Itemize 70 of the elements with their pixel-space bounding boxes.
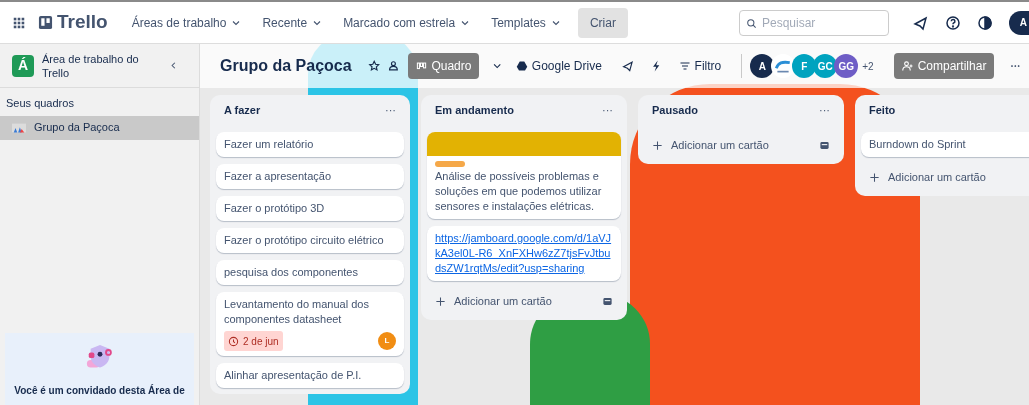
workspace-name: Área de trabalho do Trello	[42, 51, 140, 80]
template-icon	[819, 139, 830, 151]
search-field[interactable]: Pesquisar	[739, 9, 889, 36]
google-drive-button[interactable]: Google Drive	[511, 57, 606, 75]
member-avatar: L	[378, 332, 396, 350]
card[interactable]: Fazer um relatório	[216, 132, 404, 157]
user-avatar[interactable]: A	[1009, 10, 1029, 35]
card[interactable]: Burndown do Sprint	[861, 132, 1029, 157]
nav-menu[interactable]: Marcado com estrela	[335, 7, 480, 38]
apps-grid-icon	[12, 15, 26, 30]
section-heading: Seus quadros	[5, 96, 75, 111]
due-date-badge: 2 de jun	[224, 331, 283, 351]
card[interactable]: Análise de possíveis problemas e soluções em que podemos utilizar sensores e instalações elétricas.	[427, 132, 621, 219]
card-link[interactable]: https://jamboard.google.com/d/1aVJkA3el0L-R6_XnFXHw6zZ7tjsFvJtbudsZW1rqtMs/edit?usp=sharing	[435, 231, 613, 276]
card-title: Fazer o protótipo 3D	[224, 201, 326, 216]
member-avatar[interactable]: GG	[834, 54, 859, 78]
member-count: +2	[862, 59, 874, 74]
list-title: Pausado	[652, 102, 698, 118]
add-card-button[interactable]: Adicionar um cartão	[869, 168, 986, 186]
board-view-button[interactable]: Quadro	[408, 53, 480, 79]
nav-menu[interactable]: Áreas de trabalho	[123, 7, 251, 38]
people-icon	[388, 59, 401, 73]
card-title: Alinhar apresentação de P.I.	[224, 368, 363, 383]
template-icon	[602, 295, 613, 307]
card[interactable]: Fazer o protótipo circuito elétrico	[216, 228, 404, 253]
board-view-icon	[416, 60, 428, 72]
search-icon	[746, 17, 757, 29]
card-title: Levantamento do manual dos componentes datasheet	[224, 297, 370, 327]
card[interactable]: Levantamento do manual dos componentes datasheet 2 de jun L	[216, 292, 404, 356]
clock-icon	[228, 335, 239, 347]
list-menu-button[interactable]: ···	[385, 101, 396, 119]
app-logo: Trello	[57, 10, 108, 35]
share-button[interactable]: Compartilhar	[893, 53, 995, 79]
filter-icon	[678, 60, 691, 72]
card-title: Fazer a apresentação	[224, 169, 332, 184]
list-title: A fazer	[224, 102, 261, 118]
help-icon	[945, 14, 961, 31]
list-title: Em andamento	[435, 102, 514, 118]
card-title: pesquisa dos componentes	[224, 265, 359, 280]
star-icon	[367, 59, 380, 73]
member-avatar[interactable]: A	[750, 54, 775, 78]
member-avatar[interactable]	[771, 54, 796, 78]
card-title: Burndown do Sprint	[869, 137, 967, 152]
plus-icon	[652, 139, 663, 151]
add-person-icon	[901, 60, 914, 72]
plus-icon	[869, 171, 880, 183]
board-logo-icon	[38, 15, 53, 30]
plus-icon	[435, 295, 446, 307]
board-item[interactable]: Grupo da Paçoca	[0, 115, 199, 140]
filter-button[interactable]: Filtro	[674, 57, 726, 75]
card[interactable]: Fazer o protótipo 3D	[216, 196, 404, 221]
board-title: Grupo da Paçoca	[220, 56, 352, 76]
card-title: Fazer um relatório	[224, 137, 315, 152]
add-card-button[interactable]: Adicionar um cartão	[652, 136, 769, 154]
card[interactable]: https://jamboard.google.com/d/1aVJkA3el0L-R6_XnFXHw6zZ7tjsFvJtbudsZW1rqtMs/edit?usp=sharing	[427, 226, 621, 281]
list-title: Feito	[869, 102, 896, 118]
nav-menu[interactable]: Templates	[483, 7, 570, 38]
workspace-avatar: Á	[12, 54, 34, 77]
list-menu-button[interactable]: ···	[819, 101, 830, 119]
create-button[interactable]: Criar	[577, 7, 628, 38]
guest-notice: Você é um convidado desta Área de	[14, 383, 185, 398]
contrast-icon	[977, 14, 993, 31]
list-menu-button[interactable]: ···	[602, 101, 613, 119]
card-title: Análise de possíveis problemas e soluções em que podemos utilizar sensores e instalações elétricas.	[435, 169, 603, 214]
add-card-button[interactable]: Adicionar um cartão	[435, 292, 552, 310]
card[interactable]: pesquisa dos componentes	[216, 260, 404, 285]
card-title: Fazer o protótipo circuito elétrico	[224, 233, 385, 248]
card[interactable]: Fazer a apresentação	[216, 164, 404, 189]
nav-menu[interactable]: Recente	[254, 7, 332, 38]
card[interactable]: Alinhar apresentação de P.I.	[216, 363, 404, 388]
